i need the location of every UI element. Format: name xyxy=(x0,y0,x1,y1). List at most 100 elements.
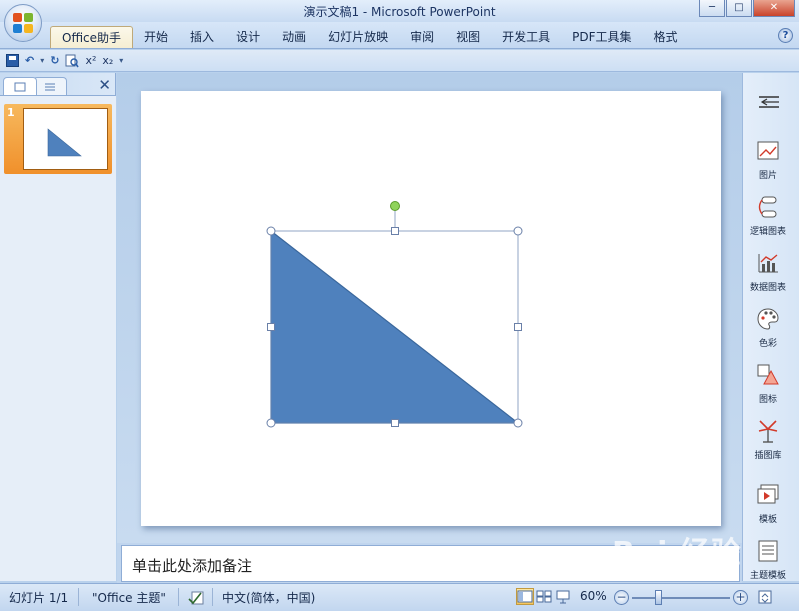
tab-insert[interactable]: 插入 xyxy=(179,26,225,48)
side-item-label: 数据图表 xyxy=(749,283,786,293)
side-item-label: 主题模板 xyxy=(749,571,786,581)
superscript-icon[interactable]: x² xyxy=(85,53,96,69)
fit-to-window-icon[interactable] xyxy=(757,589,773,605)
side-item-picture[interactable]: 图片 xyxy=(743,139,793,181)
data-chart-icon xyxy=(758,254,778,273)
theme-name: "Office 主题" xyxy=(92,591,166,605)
ribbon-tabs: Office助手 开始 插入 设计 动画 幻灯片放映 审阅 视图 开发工具 PD… xyxy=(50,26,689,48)
side-item-data-chart[interactable]: 数据图表 xyxy=(743,251,793,293)
tab-format[interactable]: 格式 xyxy=(643,26,689,48)
illustration-icon xyxy=(758,420,778,443)
slide-thumbnail[interactable] xyxy=(23,108,108,170)
template-icon xyxy=(757,484,779,504)
office-button[interactable] xyxy=(4,4,42,42)
tab-office-assistant[interactable]: Office助手 xyxy=(50,26,134,48)
normal-view-button[interactable] xyxy=(516,588,534,605)
minimize-button[interactable]: ─ xyxy=(699,0,725,17)
side-item-template[interactable]: 模板 xyxy=(743,483,793,525)
undo-dropdown-icon[interactable]: ▾ xyxy=(40,53,44,69)
outline-tab-icon xyxy=(45,83,55,90)
thumbnail-triangle xyxy=(47,128,82,157)
right-triangle-shape[interactable] xyxy=(270,229,520,424)
side-item-label: 插图库 xyxy=(754,451,782,461)
title-bar: 演示文稿1 - Microsoft PowerPoint ─ □ ✕ xyxy=(0,0,799,22)
slide-editing-area xyxy=(117,73,742,543)
picture-icon xyxy=(757,141,779,160)
resize-handle-top[interactable] xyxy=(391,227,399,235)
tab-pdf-tools[interactable]: PDF工具集 xyxy=(561,26,642,48)
help-icon[interactable]: ? xyxy=(778,28,793,43)
side-item-color[interactable]: 色彩 xyxy=(743,307,793,349)
spellcheck-icon[interactable] xyxy=(188,590,206,606)
side-item-label: 图片 xyxy=(758,171,777,181)
tab-animations[interactable]: 动画 xyxy=(271,26,317,48)
slide-number: 1 xyxy=(7,106,15,119)
resize-handle-left[interactable] xyxy=(267,323,275,331)
zoom-out-button[interactable]: − xyxy=(614,590,629,605)
window-controls: ─ □ ✕ xyxy=(699,0,795,17)
theme-template-icon xyxy=(758,540,778,562)
resize-handle-right[interactable] xyxy=(514,323,522,331)
zoom-slider-thumb[interactable] xyxy=(655,590,662,605)
tab-review[interactable]: 审阅 xyxy=(399,26,445,48)
slide-canvas[interactable] xyxy=(141,91,721,526)
ribbon-tab-bar: Office助手 开始 插入 设计 动画 幻灯片放映 审阅 视图 开发工具 PD… xyxy=(0,22,799,49)
print-preview-icon[interactable] xyxy=(65,54,80,68)
save-icon[interactable] xyxy=(6,54,19,67)
redo-icon[interactable]: ↻ xyxy=(50,53,59,69)
side-item-icons[interactable]: 图标 xyxy=(743,363,793,405)
customize-toolbar-icon[interactable]: ▾ xyxy=(119,53,123,69)
rotate-handle[interactable] xyxy=(390,201,400,211)
zoom-level[interactable]: 60% xyxy=(580,589,607,603)
notes-input[interactable]: 单击此处添加备注 xyxy=(121,545,740,582)
resize-handle-bottom-left[interactable] xyxy=(266,418,276,428)
slide-thumbnail-selected[interactable]: 1 xyxy=(4,104,112,174)
quick-access-toolbar: ↶ ▾ ↻ x² x₂ ▾ xyxy=(0,50,799,72)
side-item-label: 色彩 xyxy=(758,339,777,349)
palette-icon xyxy=(757,308,779,330)
tab-slides[interactable] xyxy=(3,77,37,95)
tab-design[interactable]: 设计 xyxy=(225,26,271,48)
side-item-label: 图标 xyxy=(758,395,777,405)
tab-slide-show[interactable]: 幻灯片放映 xyxy=(317,26,399,48)
tab-view[interactable]: 视图 xyxy=(445,26,491,48)
resize-handle-top-right[interactable] xyxy=(513,226,523,236)
side-item-label: 模板 xyxy=(758,515,777,525)
office-assistant-pane: 图片 逻辑图表 数据图表 色彩 图标 插图库 模板 主题模板 xyxy=(742,73,799,581)
maximize-button[interactable]: □ xyxy=(726,0,752,17)
slide-sorter-button[interactable] xyxy=(535,588,553,605)
collapse-pane-icon[interactable] xyxy=(757,95,781,109)
language-indicator[interactable]: 中文(简体，中国) xyxy=(222,589,315,606)
resize-handle-bottom[interactable] xyxy=(391,419,399,427)
shapes-icon xyxy=(757,364,779,385)
zoom-in-button[interactable]: + xyxy=(733,590,748,605)
close-pane-icon[interactable]: ✕ xyxy=(98,76,111,94)
status-divider xyxy=(178,588,179,606)
undo-icon[interactable]: ↶ xyxy=(25,53,34,69)
normal-view-icon xyxy=(517,590,533,603)
slides-tab-icon xyxy=(14,82,26,91)
slide-content xyxy=(266,201,523,428)
zoom-slider-track[interactable] xyxy=(632,597,730,599)
tab-developer[interactable]: 开发工具 xyxy=(491,26,561,48)
side-item-logic-chart[interactable]: 逻辑图表 xyxy=(743,195,793,237)
pane-tabs xyxy=(3,77,67,95)
slide-show-icon xyxy=(556,590,570,604)
logic-chart-icon xyxy=(758,196,777,218)
tab-home[interactable]: 开始 xyxy=(133,26,179,48)
status-bar: 幻灯片 1/1 "Office 主题" 中文(简体，中国) 60% − + xyxy=(0,583,799,611)
resize-handle-bottom-right[interactable] xyxy=(513,418,523,428)
slides-pane: ✕ 1 xyxy=(0,73,116,581)
close-window-button[interactable]: ✕ xyxy=(753,0,795,17)
slide-counter: 幻灯片 1/1 xyxy=(9,591,69,605)
office-logo-icon xyxy=(13,13,33,33)
tab-outline[interactable] xyxy=(33,77,67,95)
thumbnail-list: 1 xyxy=(0,95,116,581)
slide-show-button[interactable] xyxy=(554,588,572,605)
subscript-icon[interactable]: x₂ xyxy=(102,53,113,69)
resize-handle-top-left[interactable] xyxy=(266,226,276,236)
side-item-illustration-library[interactable]: 插图库 xyxy=(743,419,793,461)
side-item-label: 逻辑图表 xyxy=(749,227,786,237)
side-item-theme-template[interactable]: 主题模板 xyxy=(743,539,793,581)
status-divider xyxy=(78,588,79,606)
